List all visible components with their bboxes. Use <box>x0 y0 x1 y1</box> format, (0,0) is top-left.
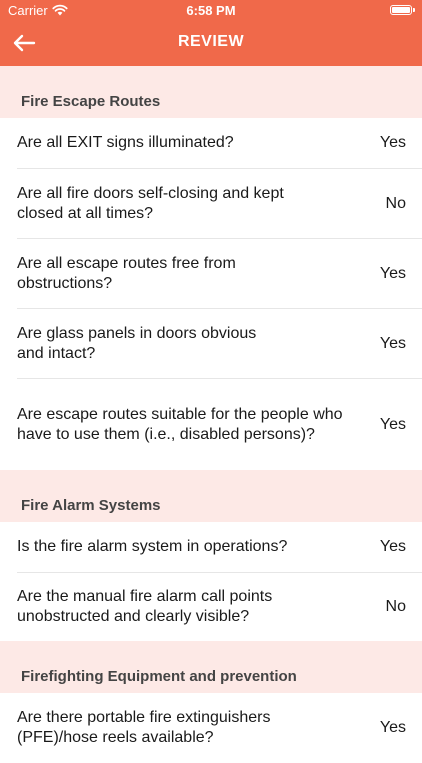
battery-icon <box>390 5 415 15</box>
list-item[interactable]: Are the manual fire alarm call points un… <box>17 573 422 641</box>
section-title: Fire Alarm Systems <box>21 497 161 514</box>
answer-text: Yes <box>379 415 406 433</box>
question-text: Is the fire alarm system in operations? <box>17 538 288 555</box>
section-header: Fire Escape Routes <box>0 66 422 118</box>
question-text: Are all EXIT signs illuminated? <box>17 134 234 151</box>
answer-text: Yes <box>379 264 406 282</box>
question-text: Are the manual fire alarm call points un… <box>17 588 273 625</box>
question-text: Are there portable fire extinguishers (P… <box>17 709 271 746</box>
section-title: Firefighting Equipment and prevention <box>21 668 297 685</box>
list-item[interactable]: Are all EXIT signs illuminated? Yes <box>17 118 422 169</box>
answer-text: No <box>385 598 406 615</box>
status-time: 6:58 PM <box>186 3 236 18</box>
section-title: Fire Escape Routes <box>21 93 161 110</box>
section-header: Firefighting Equipment and prevention <box>0 641 422 693</box>
review-list: Fire Escape Routes Are all EXIT signs il… <box>0 66 422 763</box>
nav-bar: Carrier 6:58 PM REVIEW <box>0 0 422 66</box>
answer-text: Yes <box>379 719 406 736</box>
list-item[interactable]: Are escape routes suitable for the peopl… <box>17 379 422 470</box>
answer-text: Yes <box>379 538 406 555</box>
section-header: Fire Alarm Systems <box>0 470 422 522</box>
list-item[interactable]: Are there portable fire extinguishers (P… <box>17 693 422 763</box>
list-item[interactable]: Are glass panels in doors obvious and in… <box>17 309 422 379</box>
list-item[interactable]: Are all escape routes free from obstruct… <box>17 239 422 309</box>
question-text: Are all fire doors self-closing and kept… <box>17 184 284 222</box>
page-title: REVIEW <box>177 33 245 50</box>
question-text: Are all escape routes free from obstruct… <box>17 254 236 292</box>
answer-text: Yes <box>379 334 406 352</box>
status-bar: Carrier 6:58 PM <box>0 0 422 22</box>
answer-text: No <box>385 194 406 212</box>
question-text: Are escape routes suitable for the peopl… <box>17 405 343 443</box>
answer-text: Yes <box>379 134 406 151</box>
list-item[interactable]: Are all fire doors self-closing and kept… <box>17 169 422 239</box>
question-text: Are glass panels in doors obvious and in… <box>17 324 257 362</box>
list-item[interactable]: Is the fire alarm system in operations? … <box>17 522 422 573</box>
